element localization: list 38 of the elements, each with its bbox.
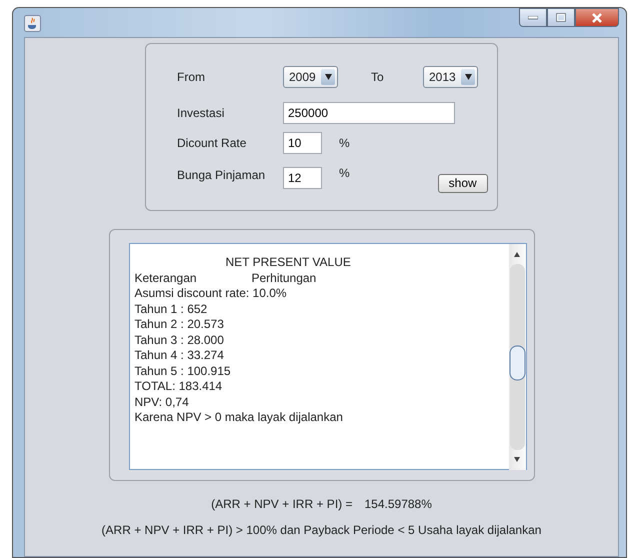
minimize-button[interactable] xyxy=(519,8,547,27)
field-label: Dicount Rate xyxy=(177,135,248,152)
field-label: Bunga Pinjaman xyxy=(177,166,266,184)
report-line: Tahun 5 : 100.915 xyxy=(134,364,232,379)
report-line: Tahun 4 : 33.274 xyxy=(134,348,225,364)
report-heading: NET PRESENT VALUE xyxy=(224,255,352,270)
column-heading: Perhitungan xyxy=(252,270,316,286)
report-line: Tahun 1 : 652 xyxy=(134,302,208,317)
report-line: Karena NPV > 0 maka layak dijalankan xyxy=(134,410,344,426)
field-label: Investasi xyxy=(177,105,226,122)
report-line: Tahun 2 : 20.573 xyxy=(134,317,225,332)
report-line: Tahun 3 : 28.000 xyxy=(134,332,225,348)
show-button[interactable]: show xyxy=(438,174,488,193)
formula-label: (ARR + NPV + IRR + PI) = xyxy=(211,496,352,513)
unit-label: % xyxy=(339,135,350,152)
java-icon xyxy=(24,15,41,32)
field-label: From xyxy=(177,69,206,86)
column-heading: Keterangan xyxy=(134,270,198,286)
caret-icon xyxy=(464,74,472,80)
caret-icon xyxy=(324,74,332,80)
minimize-icon xyxy=(528,16,538,20)
scroll-bar[interactable] xyxy=(508,244,526,470)
report-line: Asumsi discount rate: 10.0% xyxy=(134,286,288,302)
text-field[interactable]: 250000 xyxy=(283,102,455,124)
text-field[interactable]: 12 xyxy=(283,166,322,188)
year-dropdown[interactable]: 2009 xyxy=(283,66,338,88)
report-line: NPV: 0,74 xyxy=(134,394,190,410)
result-value: 154.59788% xyxy=(364,496,432,513)
conclusion-text: (ARR + NPV + IRR + PI) > 100% dan Payback Periode < 5 Usaha layak dijalankan xyxy=(102,522,542,539)
text-field[interactable]: 10 xyxy=(283,132,322,154)
close-icon xyxy=(591,12,603,22)
field-label: To xyxy=(371,69,385,86)
year-dropdown[interactable]: 2013 xyxy=(423,66,478,88)
unit-label: % xyxy=(339,164,350,182)
report-line: TOTAL: 183.414 xyxy=(134,379,224,394)
maximize-icon xyxy=(556,13,566,22)
close-button[interactable] xyxy=(575,8,619,27)
maximize-button[interactable] xyxy=(547,8,575,27)
